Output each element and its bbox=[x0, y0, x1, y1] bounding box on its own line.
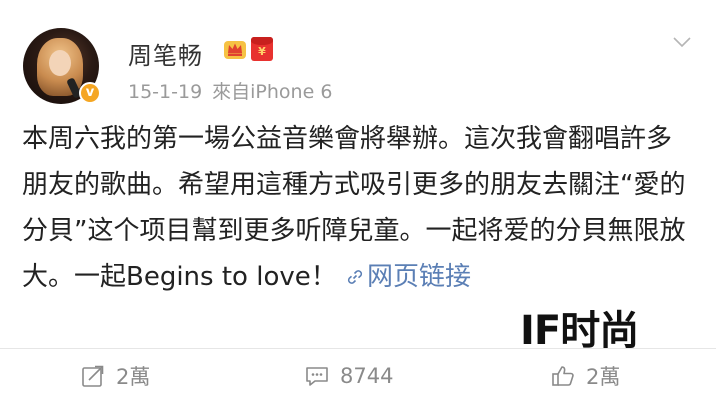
weibo-post: v 周笔畅 ¥ 15-1-19 來自iPhone 6 本周六我的第一場公益音樂會將… bbox=[0, 0, 716, 403]
comment-icon bbox=[306, 367, 328, 386]
avatar-face bbox=[49, 50, 71, 76]
link-icon bbox=[347, 270, 363, 284]
repost-button[interactable]: 2萬 bbox=[80, 349, 150, 403]
post-date[interactable]: 15-1-19 bbox=[128, 81, 202, 103]
repost-icon bbox=[82, 365, 104, 387]
post-content: 本周六我的第一場公益音樂會將舉辦。這次我會翻唱許多朋友的歌曲。希望用這種方式吸引… bbox=[22, 116, 692, 300]
red-packet-icon[interactable]: ¥ bbox=[251, 37, 273, 61]
crown-icon[interactable] bbox=[223, 37, 247, 61]
repost-count: 2萬 bbox=[116, 365, 151, 389]
post-source: 來自iPhone 6 bbox=[212, 81, 333, 103]
username[interactable]: 周笔畅 bbox=[128, 36, 203, 71]
web-link-label: 网页链接 bbox=[367, 262, 472, 292]
like-count: 2萬 bbox=[586, 365, 621, 389]
like-button[interactable]: 2萬 bbox=[550, 349, 620, 403]
chevron-down-icon[interactable] bbox=[672, 32, 692, 52]
verified-badge-icon: v bbox=[79, 82, 101, 104]
red-packet-flap bbox=[251, 37, 273, 45]
comment-count: 8744 bbox=[340, 364, 394, 388]
action-bar: 2萬 8744 2萬 bbox=[0, 349, 716, 403]
post-meta: 15-1-19 來自iPhone 6 bbox=[128, 77, 332, 104]
thumbs-up-icon bbox=[552, 366, 574, 386]
comment-button[interactable]: 8744 bbox=[304, 349, 393, 403]
red-packet-yen: ¥ bbox=[258, 45, 266, 58]
web-link[interactable]: 网页链接 bbox=[345, 262, 471, 292]
